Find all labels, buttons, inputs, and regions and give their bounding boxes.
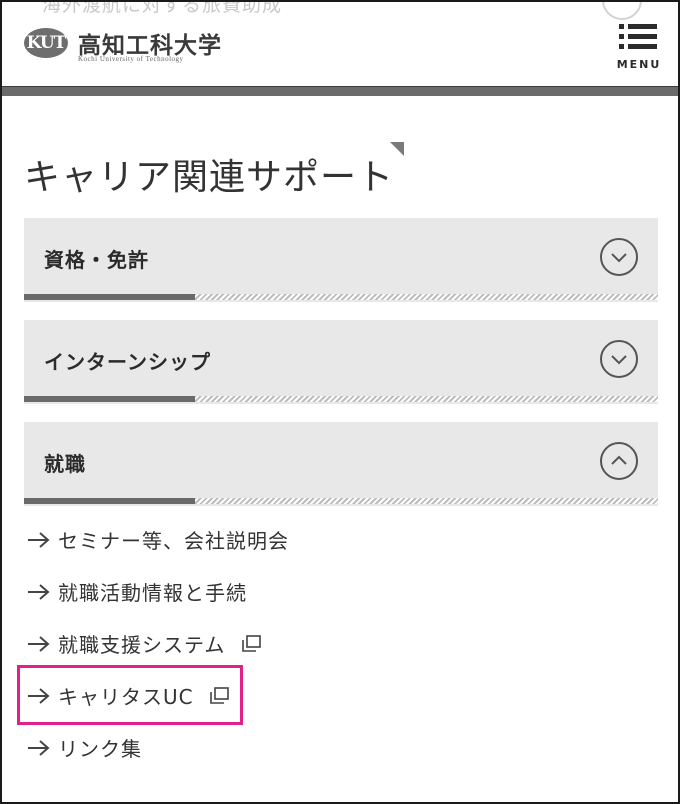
site-header: 海外渡航に対する旅費助成 KUT 高知工科大学 Kochi University…	[2, 2, 678, 86]
arrow-right-icon	[28, 688, 50, 704]
menu-button[interactable]: MENU	[614, 16, 664, 74]
accordion-label: 資格・免許	[44, 248, 149, 272]
external-link-icon	[210, 687, 229, 704]
accordion-progress-bar	[24, 294, 658, 300]
link-label: 就職活動情報と手続	[58, 581, 247, 605]
logo-english-name: Kochi University of Technology	[78, 55, 184, 63]
logo-emblem: KUT	[24, 28, 68, 58]
arrow-right-icon	[28, 584, 50, 600]
accordion-licenses[interactable]: 資格・免許	[24, 218, 658, 302]
header-divider	[2, 86, 678, 96]
menu-label: MENU	[616, 58, 662, 71]
link-label: リンク集	[58, 737, 142, 761]
accordion-internship[interactable]: インターンシップ	[24, 320, 658, 404]
arrow-right-icon	[28, 532, 50, 548]
link-label: キャリタスUC	[58, 685, 194, 709]
scrolled-heading-fragment: 海外渡航に対する旅費助成	[42, 0, 283, 16]
page-frame: 海外渡航に対する旅費助成 KUT 高知工科大学 Kochi University…	[0, 0, 680, 804]
chevron-down-icon[interactable]	[600, 340, 638, 378]
accordion-label: 就職	[44, 452, 86, 476]
accordion-progress-fill	[24, 498, 196, 504]
accordion-progress-fill	[24, 294, 196, 300]
accordion-employment[interactable]: 就職	[24, 422, 658, 506]
section-title: キャリア関連サポート	[24, 157, 395, 198]
link-label: 就職支援システム	[58, 633, 226, 657]
chevron-up-icon[interactable]	[600, 442, 638, 480]
university-logo[interactable]: KUT 高知工科大学 Kochi University of Technolog…	[24, 26, 284, 66]
accordion-progress-bar	[24, 396, 658, 402]
arrow-right-icon	[28, 636, 50, 652]
arrow-right-icon	[28, 740, 50, 756]
accordion-progress-fill	[24, 396, 196, 402]
hamburger-icon	[619, 24, 657, 50]
external-link-icon	[242, 635, 261, 652]
link-label: セミナー等、会社説明会	[58, 529, 289, 553]
accordion-progress-bar	[24, 498, 658, 504]
corner-triangle-icon	[390, 142, 404, 156]
chevron-down-icon[interactable]	[600, 238, 638, 276]
accordion-label: インターンシップ	[44, 350, 211, 374]
